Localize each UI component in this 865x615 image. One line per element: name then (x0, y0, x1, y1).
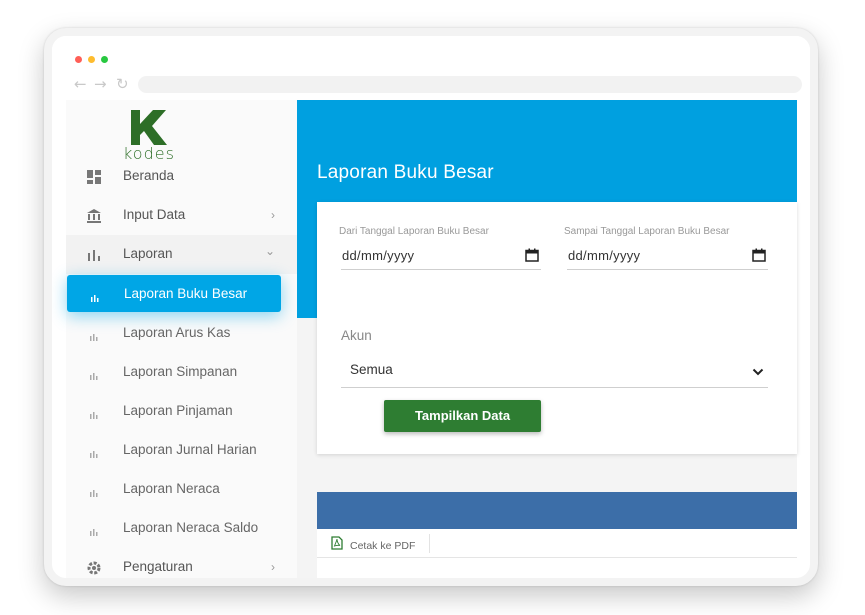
bar-chart-small-icon (90, 523, 98, 536)
sidebar-item-label: Laporan Neraca Saldo (123, 520, 259, 535)
sidebar-item-beranda[interactable]: Beranda (66, 157, 297, 196)
chevron-right-icon: › (271, 560, 275, 574)
bar-chart-small-icon (90, 406, 98, 419)
sidebar-item-laporan[interactable]: Laporan ⌄ (66, 235, 297, 274)
sidebar-item-laporan-pinjaman[interactable]: Laporan Pinjaman (66, 392, 297, 431)
sidebar-item-laporan-simpanan[interactable]: Laporan Simpanan (66, 353, 297, 392)
to-date-input[interactable]: dd/mm/yyyy (567, 240, 768, 270)
calendar-icon[interactable] (525, 248, 539, 262)
bank-icon (86, 208, 102, 224)
chevron-down-icon: ⌄ (264, 244, 275, 258)
export-pdf-label: Cetak ke PDF (350, 540, 416, 552)
sidebar-item-laporan-jurnal-harian[interactable]: Laporan Jurnal Harian (66, 431, 297, 470)
to-date-label: Sampai Tanggal Laporan Buku Besar (564, 226, 730, 237)
window-minimize-button[interactable] (88, 56, 95, 63)
sidebar-item-laporan-neraca-saldo[interactable]: Laporan Neraca Saldo (66, 509, 297, 548)
bar-chart-small-icon (91, 289, 99, 302)
sidebar-item-label: Beranda (123, 168, 175, 183)
window-maximize-button[interactable] (101, 56, 108, 63)
sidebar-item-label: Laporan Arus Kas (123, 325, 231, 340)
from-date-input[interactable]: dd/mm/yyyy (341, 240, 541, 270)
chevron-right-icon: › (271, 208, 275, 222)
chevron-down-icon (752, 364, 764, 376)
bar-chart-small-icon (90, 328, 98, 341)
to-date-value: dd/mm/yyyy (568, 248, 641, 263)
sidebar-item-laporan-neraca[interactable]: Laporan Neraca (66, 470, 297, 509)
sidebar-item-label: Laporan (123, 246, 173, 261)
sidebar-item-label: Laporan Jurnal Harian (123, 442, 257, 457)
akun-select[interactable]: Semua (341, 352, 768, 388)
sidebar-item-input-data[interactable]: Input Data › (66, 196, 297, 235)
main-content: Laporan Buku Besar Dari Tanggal Laporan … (297, 100, 797, 578)
report-table-card: Cetak ke PDF (317, 492, 797, 578)
sidebar-item-label: Laporan Buku Besar (124, 286, 248, 301)
sidebar-item-laporan-buku-besar[interactable]: Laporan Buku Besar (67, 275, 281, 312)
from-date-value: dd/mm/yyyy (342, 248, 415, 263)
from-date-label: Dari Tanggal Laporan Buku Besar (339, 226, 489, 237)
gear-icon (86, 560, 102, 576)
akun-label: Akun (341, 328, 372, 343)
logo-k-icon (131, 110, 167, 145)
sidebar-item-label: Laporan Pinjaman (123, 403, 233, 418)
page-title: Laporan Buku Besar (317, 162, 494, 183)
sidebar: kodes Beranda Input Data › Laporan ⌄ Lap… (66, 100, 297, 578)
show-data-button[interactable]: Tampilkan Data (384, 400, 541, 432)
table-header (317, 492, 797, 529)
browser-window: ← → ↻ kodes Beranda Input Data › Laporan… (44, 28, 818, 586)
address-bar[interactable] (138, 76, 802, 93)
export-pdf-button[interactable]: Cetak ke PDF (326, 534, 431, 553)
table-toolbar: Cetak ke PDF (317, 529, 797, 558)
dashboard-icon (86, 169, 102, 185)
sidebar-item-label: Input Data (123, 207, 186, 222)
sidebar-item-laporan-arus-kas[interactable]: Laporan Arus Kas (66, 314, 297, 353)
akun-selected-value: Semua (350, 362, 393, 377)
browser-toolbar: ← → ↻ (52, 36, 810, 100)
bar-chart-icon (86, 247, 102, 263)
back-arrow-icon[interactable]: ← (74, 77, 87, 92)
sidebar-item-pengaturan[interactable]: Pengaturan › (66, 548, 297, 578)
sidebar-item-label: Laporan Simpanan (123, 364, 238, 379)
filter-form-card: Dari Tanggal Laporan Buku Besar dd/mm/yy… (317, 202, 797, 454)
calendar-icon[interactable] (752, 248, 766, 262)
bar-chart-small-icon (90, 484, 98, 497)
window-close-button[interactable] (75, 56, 82, 63)
bar-chart-small-icon (90, 445, 98, 458)
reload-icon[interactable]: ↻ (116, 77, 129, 92)
forward-arrow-icon[interactable]: → (94, 77, 107, 92)
pdf-file-icon (331, 536, 343, 550)
sidebar-item-label: Laporan Neraca (123, 481, 220, 496)
bar-chart-small-icon (90, 367, 98, 380)
sidebar-item-label: Pengaturan (123, 559, 193, 574)
